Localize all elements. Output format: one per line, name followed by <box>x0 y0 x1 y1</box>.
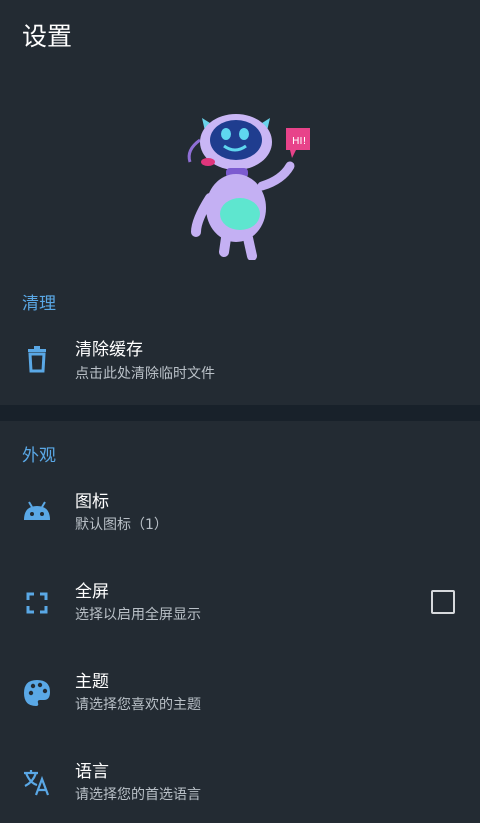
robot-mascot-illustration: HI! <box>187 114 310 260</box>
clear-cache-item[interactable]: 清除缓存 点击此处清除临时文件 <box>0 322 480 402</box>
language-setting-item[interactable]: 语言 请选择您的首选语言 <box>0 743 480 823</box>
fullscreen-setting-label: 全屏 <box>75 582 109 602</box>
language-setting-label: 语言 <box>75 762 109 782</box>
section-header-appearance: 外观 <box>22 446 56 466</box>
palette-icon <box>24 680 50 706</box>
icon-setting-description: 默认图标（1） <box>75 517 168 533</box>
clear-cache-description: 点击此处清除临时文件 <box>75 366 215 382</box>
icon-setting-item[interactable]: 图标 默认图标（1） <box>0 470 480 550</box>
fullscreen-setting-description: 选择以启用全屏显示 <box>75 607 201 623</box>
fullscreen-icon <box>26 592 48 614</box>
mascot-bubble-text: HI! <box>292 136 306 147</box>
android-icon <box>24 501 50 520</box>
theme-setting-label: 主题 <box>75 672 109 692</box>
language-setting-description: 请选择您的首选语言 <box>75 787 201 803</box>
clear-cache-label: 清除缓存 <box>75 340 143 360</box>
section-header-clean: 清理 <box>22 294 56 314</box>
section-divider <box>0 405 480 421</box>
fullscreen-checkbox[interactable] <box>431 590 455 614</box>
icon-setting-label: 图标 <box>75 492 109 512</box>
page-title: 设置 <box>22 22 73 51</box>
fullscreen-setting-item[interactable]: 全屏 选择以启用全屏显示 <box>0 562 480 642</box>
trash-icon <box>28 346 46 373</box>
theme-setting-item[interactable]: 主题 请选择您喜欢的主题 <box>0 652 480 732</box>
translate-icon <box>24 770 50 796</box>
theme-setting-description: 请选择您喜欢的主题 <box>75 697 201 713</box>
